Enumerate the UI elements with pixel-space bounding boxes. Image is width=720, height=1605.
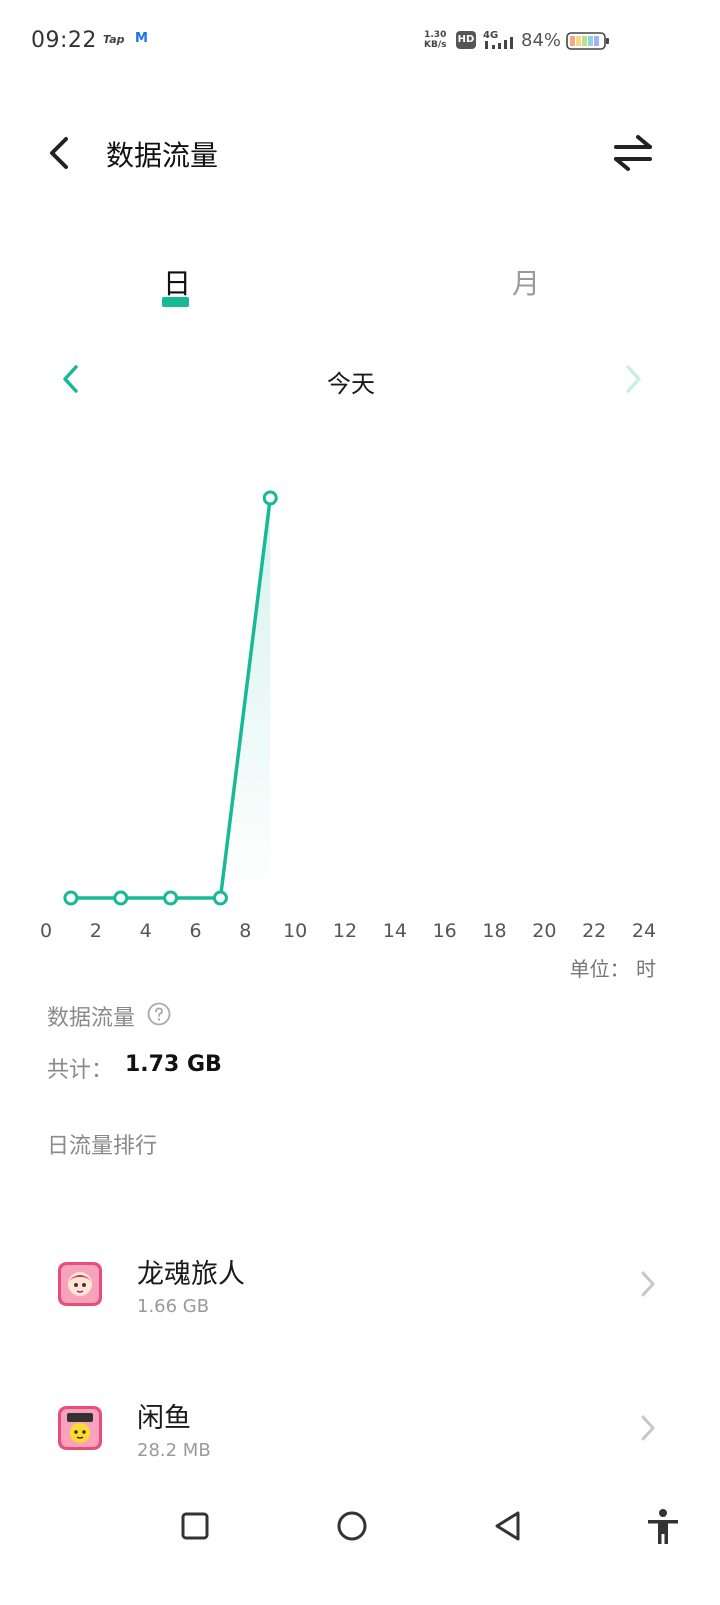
- help-icon[interactable]: [147, 1002, 171, 1026]
- signal-4g-icon: 4G: [483, 30, 513, 49]
- tab-month[interactable]: 月: [512, 262, 540, 302]
- network-speed-value: 1.30: [424, 30, 447, 40]
- square-icon: [181, 1512, 209, 1540]
- status-time: 09:22: [31, 28, 97, 53]
- circle-icon: [337, 1511, 367, 1541]
- app-name: 龙魂旅人: [137, 1259, 245, 1290]
- status-bar: 09:22 Tap M 1.30 KB/s HD 4G 84%: [0, 0, 720, 84]
- x-tick-label-12: 24: [632, 920, 656, 942]
- network-speed: 1.30 KB/s: [424, 30, 446, 50]
- app-usage: 1.66 GB: [137, 1296, 210, 1317]
- network-speed-unit: KB/s: [424, 40, 447, 50]
- chevron-right-icon: [641, 1415, 655, 1441]
- chart-point-4: [262, 490, 278, 506]
- usage-chart: 0 2 4 6 8 10 12 14 16 18 20 22 24: [40, 490, 656, 942]
- hd-badge: HD: [456, 31, 476, 49]
- date-label: 今天: [327, 370, 375, 398]
- chart-point-1: [113, 890, 129, 906]
- page-title: 数据流量: [106, 139, 219, 172]
- app-icon-longhun: [58, 1262, 102, 1306]
- usage-section-title: 数据流量: [47, 1006, 136, 1031]
- navigation-bar: [0, 1490, 720, 1605]
- battery-icon: [566, 32, 609, 50]
- tap-app-indicator: Tap: [103, 33, 125, 46]
- x-tick-label-11: 22: [582, 920, 606, 942]
- tab-day[interactable]: 日: [163, 262, 191, 302]
- triangle-back-icon: [495, 1511, 520, 1541]
- nav-back-button[interactable]: [493, 1510, 523, 1542]
- list-item[interactable]: 闲鱼 28.2 MB: [0, 1368, 720, 1488]
- x-tick-label-6: 12: [333, 920, 357, 942]
- chevron-right-icon: [641, 1271, 655, 1297]
- chart-point-2: [163, 890, 179, 906]
- x-tick-label-5: 10: [283, 920, 307, 942]
- app-icon-xianyu: [58, 1406, 102, 1450]
- ranking-title: 日流量排行: [47, 1134, 158, 1159]
- back-button[interactable]: [44, 134, 78, 172]
- m-app-indicator: M: [135, 31, 148, 46]
- battery-percent: 84%: [521, 30, 562, 51]
- accessibility-icon: [659, 1509, 667, 1517]
- x-tick-label-9: 18: [482, 920, 506, 942]
- x-tick-label-7: 14: [383, 920, 407, 942]
- chart-point-3: [212, 890, 228, 906]
- chart-unit-label: 单位： 时: [569, 957, 656, 981]
- network-type-label: 4G: [483, 30, 498, 41]
- home-button[interactable]: [336, 1510, 368, 1542]
- x-tick-label-2: 4: [140, 920, 152, 942]
- x-tick-label-0: 0: [40, 920, 52, 942]
- app-name: 闲鱼: [137, 1403, 191, 1434]
- total-label: 共计：: [47, 1058, 114, 1083]
- accessibility-button[interactable]: [645, 1508, 681, 1546]
- chevron-right-icon: [626, 365, 641, 393]
- recent-apps-button[interactable]: [181, 1512, 209, 1540]
- x-tick-label-8: 16: [433, 920, 457, 942]
- swap-arrows-icon[interactable]: [612, 134, 654, 172]
- app-usage: 28.2 MB: [137, 1440, 211, 1461]
- tab-selected-indicator: [162, 297, 189, 307]
- chart-point-0: [63, 890, 79, 906]
- next-day-button[interactable]: [620, 362, 646, 396]
- list-item[interactable]: 龙魂旅人 1.66 GB: [0, 1224, 720, 1344]
- chevron-left-icon: [50, 137, 68, 169]
- x-tick-label-1: 2: [90, 920, 102, 942]
- total-value: 1.73 GB: [125, 1052, 222, 1077]
- x-tick-label-4: 8: [239, 920, 251, 942]
- x-tick-label-10: 20: [532, 920, 556, 942]
- x-tick-label-3: 6: [189, 920, 201, 942]
